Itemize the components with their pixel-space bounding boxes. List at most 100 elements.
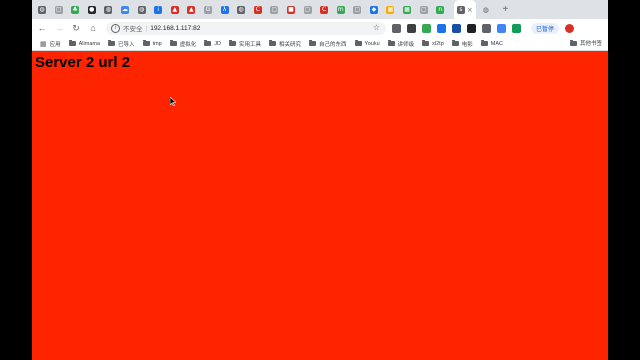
bookmark-item[interactable]: 已导入 [108,40,135,48]
tab-item[interactable]: ◍ [36,0,48,19]
folder-icon [569,39,577,46]
ext-gray-icon[interactable] [482,23,491,33]
update-menu-icon[interactable] [565,23,575,33]
bookmark-list: Alimama 已导入 tmp 虚拟化 JD 实用工具 相关研究 自己的东西 Youku 讲师级 x… [61,40,503,48]
browser-window: ◍ ▢ ♣ ● ◍ ☁ ◍ i ▲ ▲ Gλ ◍ C ▢ ■ ▢ Cm ▢ ◆ ▦ ▦ ▢ n s × ◍ + ← → ↻ … [32,0,608,360]
forward-button[interactable]: → [52,21,66,35]
address-bar[interactable]: i 不安全 | 192.168.1.117:82 ☆ [106,21,386,35]
tab-item[interactable]: ▦ [384,0,396,19]
folder-icon [169,40,177,46]
bookmark-item[interactable]: JD [204,40,221,47]
folder-icon [142,40,150,46]
bookmark-item[interactable]: 自己的东西 [309,40,347,48]
bookmark-item[interactable]: 相关研究 [269,40,301,48]
bookmark-item[interactable]: 讲师级 [387,40,414,48]
page-icon: ▢ [419,5,428,14]
bookmark-item[interactable]: tmp [142,40,162,47]
tab-item[interactable]: ♣ [69,0,81,19]
warning-icon: ▲ [187,5,196,14]
toolbar: ← → ↻ ⌂ i 不安全 | 192.168.1.117:82 ☆ 已暂停 [32,19,608,37]
tab-item[interactable]: ◍ [102,0,114,19]
tab-item[interactable]: C [252,0,264,19]
tab-item[interactable]: m [335,0,347,19]
tab-item[interactable]: λ [219,0,231,19]
apps-grid-icon: ▦ [40,40,47,48]
folder-icon [108,40,116,46]
lambda-icon: λ [220,5,229,14]
ext-green-icon[interactable] [512,23,521,33]
reload-button[interactable]: ↻ [69,21,83,35]
globe-icon: ◍ [137,5,146,14]
tab-item[interactable]: ◆ [368,0,380,19]
bookmark-other[interactable]: 其他书签 [569,39,602,47]
bookmark-item[interactable]: 实用工具 [228,40,261,48]
diamond-blue-icon: ◆ [369,5,378,14]
tab-item[interactable]: ☁ [119,0,131,19]
tab-item[interactable]: ■ [285,0,297,19]
g-icon: G [203,5,212,14]
home-button[interactable]: ⌂ [86,21,100,35]
bookmarks-bar: ▦ 应用 Alimama 已导入 tmp 虚拟化 JD 实用工具 相关研究 自己的东西 Youk… [32,37,608,51]
tab-item[interactable]: G [202,0,214,19]
tab-item[interactable]: ▲ [169,0,181,19]
bookmark-item[interactable]: 电影 [451,40,473,48]
bookmark-item[interactable]: Alimama [68,40,101,47]
new-tab-button[interactable]: + [502,4,508,15]
bookmark-label: 自己的东西 [319,41,347,48]
tab-item[interactable]: C [318,0,330,19]
tab-item[interactable]: ● [86,0,98,19]
bookmark-star-icon[interactable]: ☆ [373,23,380,32]
globe-icon: ◍ [237,5,246,14]
page-icon: ▢ [54,5,63,14]
tab-item[interactable]: n [434,0,446,19]
n-green-icon: n [436,5,445,14]
ext-black-icon[interactable] [467,23,476,33]
bookmark-item[interactable]: xl2tp [422,40,444,47]
tab-active[interactable]: s × [453,0,476,19]
bookmark-label: 电影 [461,41,473,48]
tab-item[interactable]: i [152,0,164,19]
bookmark-item[interactable]: MAC [480,40,503,47]
ext-grid-icon[interactable] [497,23,506,33]
tab-item[interactable]: ▦ [401,0,413,19]
folder-icon [68,40,76,46]
tab-item[interactable]: ▢ [268,0,280,19]
bookmark-item[interactable]: 虚拟化 [169,40,196,48]
red-square-icon: ■ [286,5,295,14]
check-icon[interactable] [422,23,431,33]
bookmark-label: JD [214,40,221,47]
close-icon[interactable]: × [467,6,473,14]
bookmark-label: tmp [152,40,162,47]
ext-blue-icon[interactable] [437,23,446,33]
globe-icon: ◍ [38,5,46,14]
bookmark-item[interactable]: Youku [354,40,380,47]
leaf-icon: ♣ [71,5,80,14]
info-icon[interactable]: i [111,23,120,33]
tab-item[interactable]: ◍ [136,0,148,19]
grid-icon: ▦ [386,5,395,14]
tab-item[interactable]: ▢ [418,0,430,19]
globe-icon: ◍ [104,5,113,14]
address-separator: | [145,24,148,32]
page-icon: ▢ [303,5,312,14]
address-url[interactable]: 192.168.1.117:82 [150,25,200,32]
bookmark-apps[interactable]: ▦ 应用 [40,40,61,48]
bookmark-label: 已导入 [118,41,135,48]
tab-item[interactable]: ▢ [53,0,65,19]
tab-item[interactable]: ▢ [302,0,314,19]
ext-darkblue-icon[interactable] [452,23,461,33]
bookmark-label: 应用 [49,41,61,48]
tab-item[interactable]: ▲ [185,0,197,19]
folder-icon [480,40,488,46]
back-button[interactable]: ← [35,21,49,35]
extensions-area [386,23,521,33]
tab-item[interactable]: ▢ [351,0,363,19]
profile-paused-button[interactable]: 已暂停 [531,22,560,34]
cloud-icon: ☁ [120,5,129,14]
tab-globe[interactable]: ◍ [480,0,492,19]
mouse-cursor-icon [170,97,176,106]
bookmark-label: Alimama [78,40,101,47]
tab-item[interactable]: ◍ [235,0,247,19]
ext-dark-icon[interactable] [407,23,416,33]
puzzle-icon[interactable] [392,23,401,33]
